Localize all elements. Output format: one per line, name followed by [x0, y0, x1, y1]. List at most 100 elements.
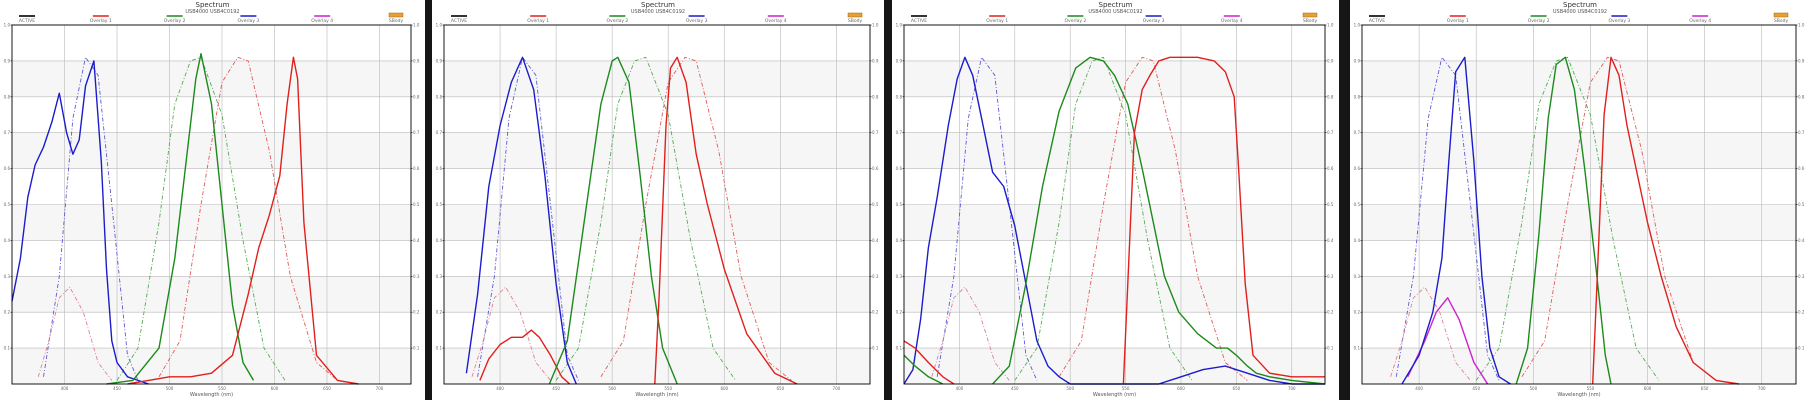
y2-tick-label: 0.6 — [1798, 166, 1805, 171]
legend-label: Overlay 2 — [1065, 18, 1087, 24]
y2-tick-label: 0.3 — [1798, 274, 1805, 279]
y2-tick-label: 0.7 — [1327, 130, 1334, 135]
legend-label: Overlay 3 — [686, 18, 708, 24]
x-tick-label: 450 — [1011, 386, 1019, 391]
y-tick-label: 0.1 — [4, 346, 11, 351]
y-tick-label: 0.3 — [896, 274, 903, 279]
y-tick-label: 0.4 — [436, 238, 443, 243]
x-tick-label: 700 — [376, 386, 384, 391]
y-tick-label: 0.6 — [436, 166, 443, 171]
y2-tick-label: 0.9 — [1798, 58, 1805, 63]
y2-tick-label: 0.9 — [872, 58, 879, 63]
x-tick-label: 400 — [1415, 386, 1423, 391]
legend-label: Overlay 2 — [164, 18, 186, 24]
y2-tick-label: 0.2 — [872, 310, 879, 315]
plot-band — [12, 348, 411, 384]
legend-label: ACTIVE — [911, 18, 927, 24]
x-tick-label: 550 — [218, 386, 226, 391]
chart-title: Spectrum — [1563, 1, 1597, 9]
y-tick-label: 0.1 — [896, 346, 903, 351]
plot-band — [12, 204, 411, 241]
y-tick-label: 1.0 — [436, 23, 443, 28]
y2-tick-label: 0.1 — [1798, 346, 1805, 351]
legend-swatch — [1302, 12, 1318, 18]
x-tick-label: 500 — [608, 386, 616, 391]
legend-label: ACTIVE — [1369, 18, 1385, 24]
y2-tick-label: 0.5 — [1327, 202, 1334, 207]
plot-band — [904, 204, 1325, 241]
y2-tick-label: 0.7 — [413, 130, 420, 135]
x-tick-label: 650 — [1233, 386, 1241, 391]
legend-label: Overlay 4 — [765, 18, 787, 24]
plot-band — [904, 132, 1325, 169]
y-tick-label: 1.0 — [4, 23, 11, 28]
plot-band — [444, 276, 870, 313]
x-tick-label: 500 — [166, 386, 174, 391]
y-tick-label: 0.5 — [1354, 202, 1361, 207]
chart-panel-3: SpectrumUSB4000 USB4C0192 ACTIVE Overlay 1… — [892, 0, 1339, 400]
legend-swatch — [847, 12, 863, 18]
y2-tick-label: 0.1 — [413, 346, 420, 351]
y-tick-label: 0.8 — [4, 94, 11, 99]
x-tick-label: 400 — [61, 386, 69, 391]
y-tick-label: 0.4 — [4, 238, 11, 243]
legend-label: Overlay 4 — [311, 18, 333, 24]
x-tick-label: 600 — [1177, 386, 1185, 391]
plot-band — [12, 60, 411, 97]
legend-label: Overlay 3 — [238, 18, 260, 24]
y2-tick-label: 0.8 — [872, 94, 879, 99]
x-axis-label: Wavelength (nm) — [1557, 392, 1600, 398]
y-tick-label: 0.8 — [1354, 94, 1361, 99]
y-tick-label: 0.8 — [896, 94, 903, 99]
legend-label: ACTIVE — [451, 18, 467, 24]
y-tick-label: 0.5 — [4, 202, 11, 207]
x-tick-label: 650 — [1701, 386, 1709, 391]
y-tick-label: 1.0 — [1354, 23, 1361, 28]
plot-band — [904, 276, 1325, 313]
x-tick-label: 400 — [956, 386, 964, 391]
legend-label: SBody — [389, 18, 404, 24]
plot-band — [12, 276, 411, 313]
legend-label: Overlay 1 — [527, 18, 549, 24]
x-axis-label: Wavelength (nm) — [190, 392, 233, 398]
y2-tick-label: 0.1 — [872, 346, 879, 351]
y-tick-label: 0.3 — [436, 274, 443, 279]
y-tick-label: 0.6 — [1354, 166, 1361, 171]
chart-subtitle: USB4000 USB4C0192 — [185, 9, 239, 15]
plot-band — [1362, 276, 1796, 313]
y-tick-label: 0.7 — [1354, 130, 1361, 135]
y2-tick-label: 0.4 — [413, 238, 420, 243]
y-tick-label: 0.3 — [4, 274, 11, 279]
legend-entry: SBody — [847, 12, 863, 24]
y-tick-label: 0.9 — [896, 58, 903, 63]
y2-tick-label: 0.2 — [1798, 310, 1805, 315]
plot-band — [1362, 132, 1796, 169]
chart-title: Spectrum — [641, 1, 675, 9]
legend-label: Overlay 3 — [1143, 18, 1165, 24]
y-tick-label: 0.9 — [4, 58, 11, 63]
chart-subtitle: USB4000 USB4C0192 — [631, 9, 685, 15]
y2-tick-label: 0.2 — [413, 310, 420, 315]
x-tick-label: 450 — [552, 386, 560, 391]
y2-tick-label: 0.5 — [1798, 202, 1805, 207]
x-tick-label: 550 — [664, 386, 672, 391]
y-tick-label: 0.2 — [4, 310, 11, 315]
legend-swatch — [1773, 12, 1789, 18]
y2-tick-label: 0.6 — [1327, 166, 1334, 171]
spectrum-chart-strip: Spectrum USB4000 USB4C0192 ACTIVE Overlay 1… — [0, 0, 1810, 400]
x-tick-label: 650 — [323, 386, 331, 391]
y-tick-label: 0.4 — [896, 238, 903, 243]
y2-tick-label: 0.8 — [413, 94, 420, 99]
x-tick-label: 550 — [1122, 386, 1130, 391]
legend-label: Overlay 1 — [1447, 18, 1469, 24]
y2-tick-label: 0.5 — [872, 202, 879, 207]
y2-tick-label: 0.5 — [413, 202, 420, 207]
chart-title: Spectrum — [196, 1, 230, 9]
y2-tick-label: 0.6 — [413, 166, 420, 171]
y-tick-label: 0.1 — [436, 346, 443, 351]
y-tick-label: 0.7 — [896, 130, 903, 135]
y-tick-label: 0.6 — [4, 166, 11, 171]
y2-tick-label: 0.3 — [413, 274, 420, 279]
y-tick-label: 0.6 — [896, 166, 903, 171]
plot-band — [1362, 204, 1796, 241]
